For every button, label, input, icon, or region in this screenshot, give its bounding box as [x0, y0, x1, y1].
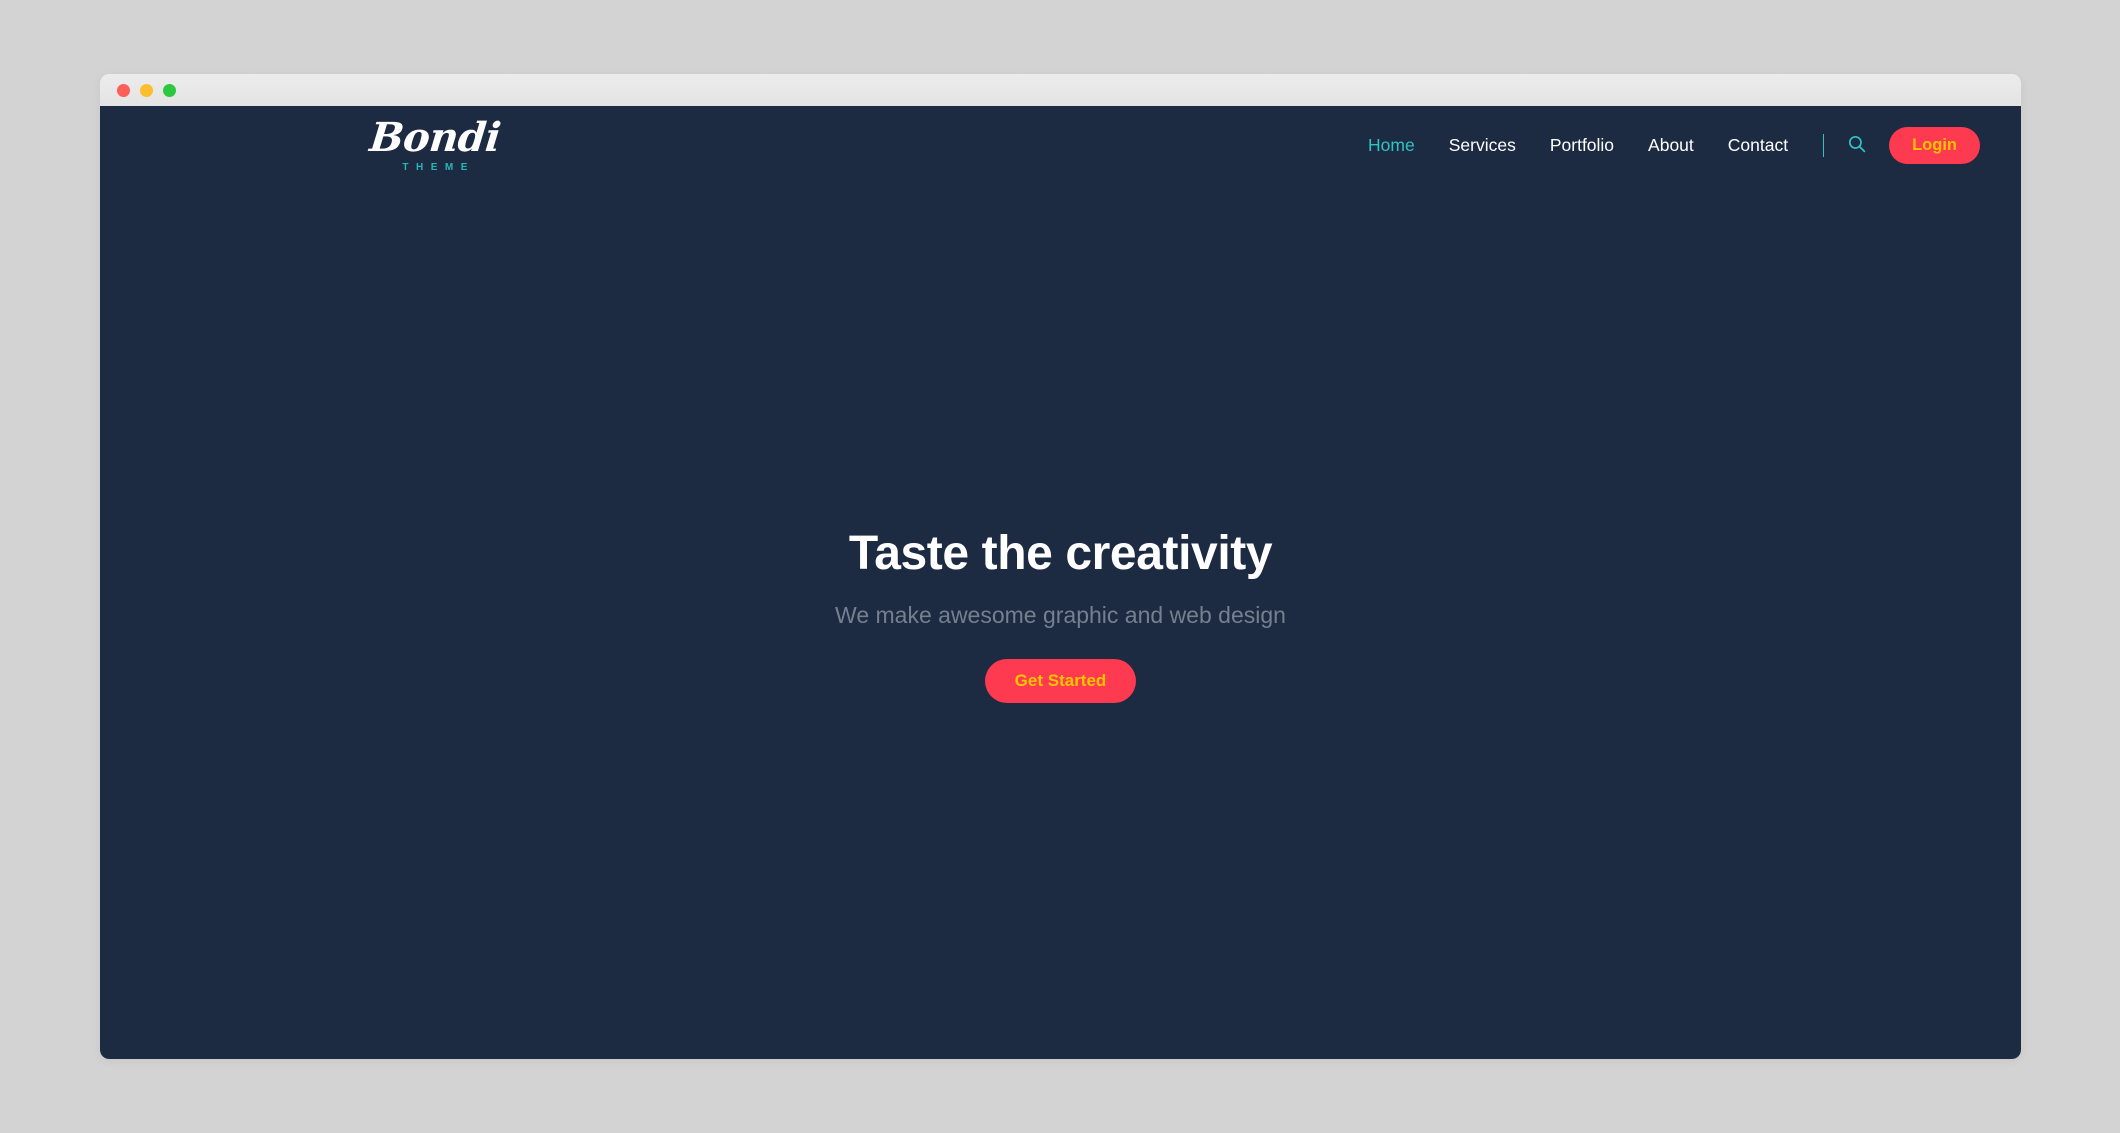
- window-titlebar[interactable]: [100, 74, 2021, 106]
- login-button[interactable]: Login: [1889, 126, 1980, 164]
- nav-item-about[interactable]: About: [1631, 135, 1711, 156]
- get-started-button[interactable]: Get Started: [984, 659, 1137, 703]
- nav-item-portfolio[interactable]: Portfolio: [1533, 135, 1631, 156]
- brand-tagline: THEME: [402, 161, 475, 173]
- hero-subtitle: We make awesome graphic and web design: [835, 602, 1286, 628]
- main-navigation: Home Services Portfolio About Contact Lo…: [1351, 126, 1980, 164]
- minimize-window-button[interactable]: [140, 83, 153, 97]
- site-canvas: Bondi THEME Home Services Portfolio Abou…: [100, 106, 2021, 1059]
- maximize-window-button[interactable]: [163, 83, 176, 97]
- close-window-button[interactable]: [117, 83, 130, 97]
- hero-title: Taste the creativity: [848, 527, 1273, 580]
- browser-window: Bondi THEME Home Services Portfolio Abou…: [100, 74, 2021, 1059]
- brand-logo[interactable]: Bondi THEME: [367, 113, 503, 173]
- site-header: Bondi THEME Home Services Portfolio Abou…: [100, 106, 2021, 184]
- nav-item-services[interactable]: Services: [1432, 135, 1533, 156]
- nav-item-contact[interactable]: Contact: [1711, 135, 1805, 156]
- search-button[interactable]: [1838, 134, 1876, 157]
- search-icon: [1847, 134, 1867, 157]
- nav-item-home[interactable]: Home: [1351, 135, 1432, 156]
- hero-section: Taste the creativity We make awesome gra…: [100, 526, 2021, 703]
- brand-wordmark: Bondi: [367, 113, 503, 161]
- nav-divider: [1823, 133, 1825, 157]
